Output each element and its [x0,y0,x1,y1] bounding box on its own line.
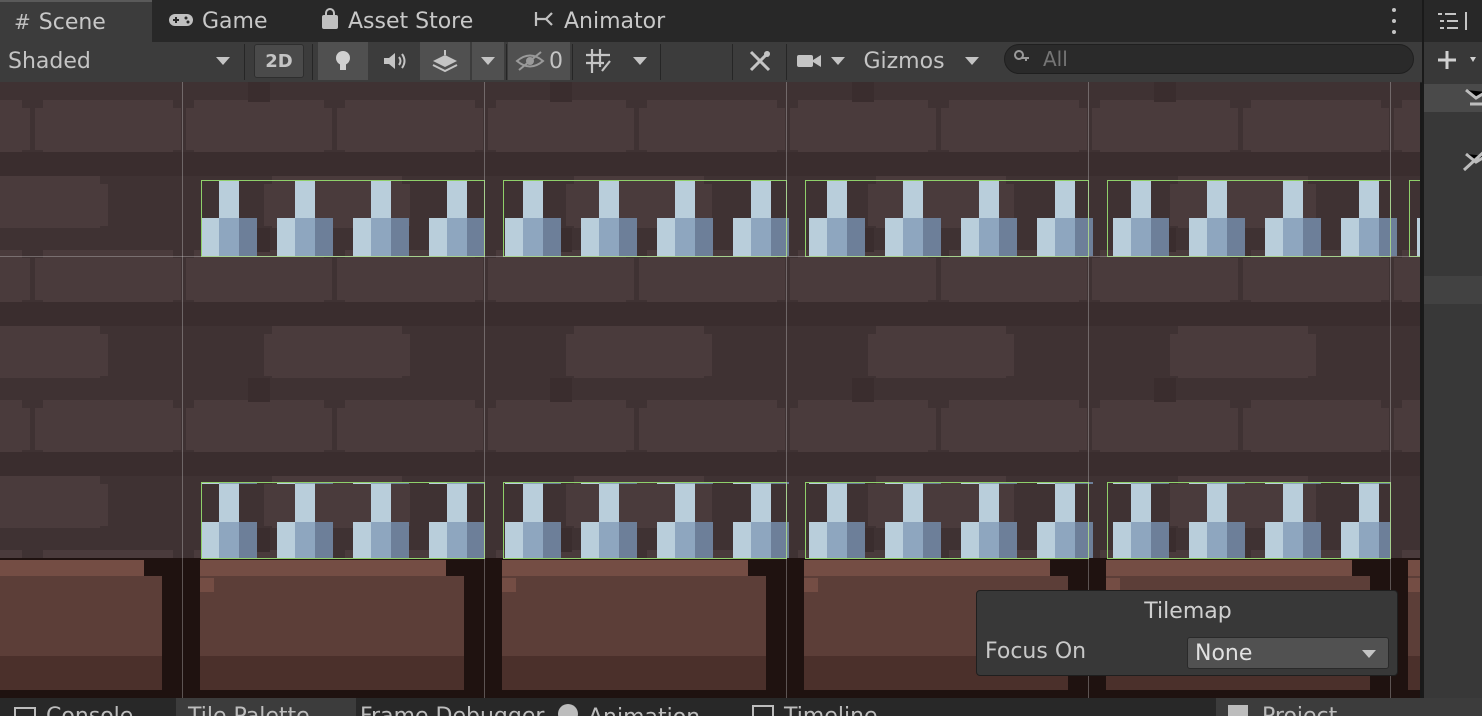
focus-on-label: Focus On [985,639,1087,664]
hierarchy-tabbar [1424,0,1482,42]
tab-label: Animator [564,8,666,34]
grid-dropdown[interactable] [622,42,658,80]
scene-visibility-toggle[interactable]: 0 [508,42,570,80]
gizmos-dropdown[interactable] [956,42,988,80]
hidden-eye-icon [515,51,545,71]
grid-line [182,82,183,698]
tab-label: Timeline [784,704,878,716]
tab-label: Frame Debugger [360,704,544,716]
grid-toggle[interactable] [576,42,620,80]
2d-label: 2D [265,50,293,72]
chevron-down-icon [831,57,845,65]
chevron-down-icon [1362,650,1376,658]
hierarchy-panel [1422,0,1482,698]
draw-mode-value: Shaded [8,48,91,74]
tab-scene[interactable]: # Scene [0,0,152,42]
chevron-down-icon [965,57,979,65]
hidden-count: 0 [549,48,563,74]
tools-icon [749,50,771,72]
tab-animation[interactable]: Animation [558,704,700,716]
audio-toggle[interactable] [370,42,420,80]
search-field[interactable] [1004,44,1414,74]
tab-animator[interactable]: Animator [534,0,665,42]
focus-on-dropdown[interactable]: None [1187,637,1389,669]
console-icon [14,707,36,716]
timeline-icon [752,705,774,716]
tab-label: Project [1262,704,1337,716]
list-icon [1438,12,1467,30]
overlay-title: Tilemap [1144,599,1232,624]
folder-icon [1228,705,1248,716]
hidden-object-icon [1462,151,1482,172]
effects-dropdown[interactable] [472,42,504,80]
add-icon[interactable] [1430,46,1480,74]
shopping-bag-icon [320,7,340,35]
bottom-tabbar: Console Tile Palette Frame Debugger Anim… [0,698,1482,716]
animator-icon [534,9,556,33]
light-bulb-icon [336,51,350,70]
tab-label: Tile Palette [188,704,310,716]
tab-project[interactable]: Project [1216,698,1482,716]
tab-frame-debugger[interactable]: Frame Debugger [360,704,544,716]
gamepad-icon [168,9,194,33]
grid-line [0,256,1420,257]
tilemap-overlay: Tilemap Focus On None [976,590,1398,676]
draw-mode-dropdown[interactable]: Shaded [0,42,240,80]
speaker-icon [384,53,406,69]
hierarchy-row-selected[interactable] [1424,84,1482,112]
search-input[interactable] [1033,47,1403,71]
camera-settings-button[interactable] [790,42,850,80]
tools-button[interactable] [738,42,782,80]
grid-line [786,82,787,698]
effects-toggle[interactable] [420,42,470,80]
scene-window-tabbar: # Scene Game Asset Store Animator [0,0,1422,43]
tab-label: Game [202,8,268,34]
tab-label: Scene [38,9,106,35]
tab-console[interactable]: Console [14,704,133,716]
hierarchy-row[interactable] [1424,146,1482,174]
gizmos-label: Gizmos [863,48,945,74]
tab-label: Animation [588,705,700,716]
gizmos-button[interactable]: Gizmos [854,42,954,80]
focus-on-value: None [1195,640,1253,666]
search-icon [1013,49,1033,70]
2d-mode-toggle[interactable]: 2D [254,44,304,78]
animation-icon [558,704,578,716]
camera-icon [797,55,821,67]
chevron-down-icon [633,57,647,65]
tab-asset-store[interactable]: Asset Store [320,0,473,42]
tab-label: Asset Store [348,8,474,34]
tab-tile-palette[interactable]: Tile Palette [176,698,356,716]
grid-line [484,82,485,698]
more-options-icon[interactable] [1388,8,1400,34]
hash-icon: # [14,10,31,34]
hierarchy-row[interactable] [1424,276,1482,304]
scene-object-icon [1465,88,1482,106]
grid-snap-icon [586,49,611,73]
chevron-down-icon [481,57,495,65]
tab-timeline[interactable]: Timeline [752,704,878,716]
chevron-down-icon [216,57,230,65]
lighting-toggle[interactable] [318,42,368,80]
layers-icon [432,50,458,73]
tab-label: Console [46,704,133,716]
tab-game[interactable]: Game [168,0,268,42]
